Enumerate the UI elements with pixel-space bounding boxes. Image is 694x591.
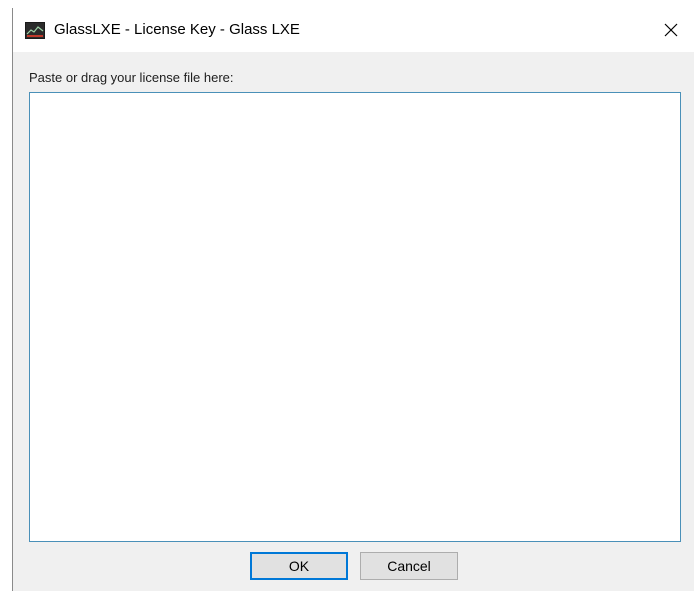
license-prompt-label: Paste or drag your license file here:	[29, 70, 234, 85]
close-button[interactable]	[648, 8, 694, 52]
ok-button[interactable]: OK	[250, 552, 348, 580]
ok-button-label: OK	[288, 558, 310, 574]
glasslxe-app-icon	[25, 22, 45, 39]
license-key-dialog: GlassLXE - License Key - Glass LXE Paste…	[12, 8, 694, 591]
license-text-area[interactable]	[29, 92, 681, 542]
close-icon	[664, 23, 678, 37]
cancel-button-label: Cancel	[387, 558, 431, 574]
title-bar[interactable]: GlassLXE - License Key - Glass LXE	[13, 8, 694, 52]
cancel-button[interactable]: Cancel	[360, 552, 458, 580]
window-title: GlassLXE - License Key - Glass LXE	[54, 21, 300, 38]
